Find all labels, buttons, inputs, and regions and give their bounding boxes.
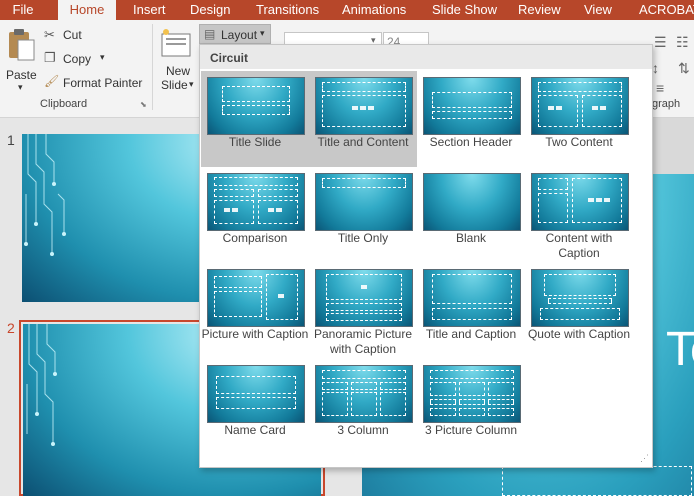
cut-label: Cut bbox=[63, 28, 82, 42]
layout-preview bbox=[423, 77, 521, 135]
chevron-down-icon: ▾ bbox=[18, 82, 23, 92]
circuit-decoration bbox=[24, 134, 66, 256]
layout-title-and-content[interactable]: Title and Content bbox=[309, 71, 417, 167]
layout-preview bbox=[207, 269, 305, 327]
layout-picture-with-caption[interactable]: Picture with Caption bbox=[201, 263, 309, 359]
layout-panoramic-picture-with-caption[interactable]: Panoramic Picture with Caption bbox=[309, 263, 417, 359]
layout-preview bbox=[207, 365, 305, 423]
layout-preview bbox=[207, 173, 305, 231]
layout-3-picture-column[interactable]: 3 Picture Column bbox=[417, 359, 525, 455]
tab-design[interactable]: Design bbox=[190, 0, 230, 20]
layout-label: Panoramic Picture with Caption bbox=[313, 327, 413, 356]
layout-two-content[interactable]: Two Content bbox=[525, 71, 633, 167]
theme-header: Circuit bbox=[200, 45, 652, 69]
layout-preview bbox=[207, 77, 305, 135]
numbering-icon[interactable]: ☷ bbox=[676, 34, 689, 51]
layout-label: 3 Picture Column bbox=[424, 423, 518, 437]
ribbon-tab-bar: File Home Insert Design Transitions Anim… bbox=[0, 0, 694, 20]
layout-title-only[interactable]: Title Only bbox=[309, 167, 417, 263]
copy-button[interactable]: ❐ Copy ▾ bbox=[44, 50, 110, 68]
layout-blank[interactable]: Blank bbox=[417, 167, 525, 263]
format-painter-button[interactable]: 🖌 Format Painter bbox=[44, 74, 144, 92]
align-left-icon[interactable]: ≡ bbox=[656, 80, 664, 96]
layout-preview bbox=[315, 77, 413, 135]
line-spacing-icon[interactable]: ↕ bbox=[652, 60, 659, 76]
tab-acrobat[interactable]: ACROBAT bbox=[639, 0, 694, 20]
slide-title-text[interactable]: Te bbox=[666, 322, 694, 377]
layout-label: Two Content bbox=[545, 135, 613, 149]
clipboard-group-label: Clipboard bbox=[40, 98, 88, 110]
subtitle-placeholder[interactable] bbox=[502, 466, 692, 496]
tab-view[interactable]: View bbox=[584, 0, 612, 20]
theme-name: Circuit bbox=[210, 51, 249, 65]
layout-preview bbox=[423, 173, 521, 231]
new-slide-label-1: New bbox=[166, 64, 191, 78]
layout-icon: ▤ bbox=[204, 27, 216, 41]
layout-label: Quote with Caption bbox=[527, 327, 631, 341]
tab-file[interactable]: File bbox=[0, 0, 46, 20]
layout-label: Layout bbox=[221, 28, 258, 42]
scissors-icon: ✂ bbox=[44, 27, 55, 42]
group-separator bbox=[152, 24, 153, 110]
chevron-down-icon: ▾ bbox=[189, 79, 194, 89]
dialog-launcher-icon[interactable]: ⬊ bbox=[140, 100, 147, 109]
layout-comparison[interactable]: Comparison bbox=[201, 167, 309, 263]
layout-label: Title and Caption bbox=[425, 327, 517, 341]
paste-button[interactable]: Paste ▾ bbox=[2, 26, 38, 96]
layout-section-header[interactable]: Section Header bbox=[417, 71, 525, 167]
bullets-icon[interactable]: ☰ bbox=[654, 34, 667, 51]
layout-content-with-caption[interactable]: Content with Caption bbox=[525, 167, 633, 263]
cut-button[interactable]: ✂ Cut bbox=[44, 26, 104, 44]
text-direction-icon[interactable]: ⇅ bbox=[678, 60, 690, 77]
layout-label: Section Header bbox=[429, 135, 513, 149]
circuit-decoration bbox=[26, 324, 57, 446]
layout-label: Blank bbox=[455, 231, 487, 245]
new-slide-icon bbox=[161, 29, 191, 57]
slide-number: 1 bbox=[7, 132, 15, 148]
layout-label: Title and Content bbox=[317, 135, 409, 149]
slide-number: 2 bbox=[7, 320, 15, 336]
layout-name-card[interactable]: Name Card bbox=[201, 359, 309, 455]
layout-gallery-dropdown: Circuit Title Slide Title and Content Se… bbox=[199, 44, 653, 468]
new-slide-label-2: Slide bbox=[161, 78, 188, 92]
tab-transitions[interactable]: Transitions bbox=[256, 0, 319, 20]
layout-label: 3 Column bbox=[337, 423, 389, 437]
layout-3-column[interactable]: 3 Column bbox=[309, 359, 417, 455]
chevron-down-icon[interactable]: ▾ bbox=[100, 52, 105, 63]
tab-animations[interactable]: Animations bbox=[342, 0, 406, 20]
tab-insert[interactable]: Insert bbox=[133, 0, 166, 20]
layout-preview bbox=[423, 269, 521, 327]
layout-quote-with-caption[interactable]: Quote with Caption bbox=[525, 263, 633, 359]
paintbrush-icon: 🖌 bbox=[44, 74, 60, 88]
format-painter-label: Format Painter bbox=[63, 76, 143, 90]
layout-label: Title Slide bbox=[228, 135, 282, 149]
clipboard-icon bbox=[9, 29, 35, 61]
layout-preview bbox=[531, 77, 629, 135]
tab-slide-show[interactable]: Slide Show bbox=[432, 0, 497, 20]
layout-label: Title Only bbox=[337, 231, 389, 245]
new-slide-button[interactable]: New Slide ▾ bbox=[156, 26, 196, 96]
layout-label: Comparison bbox=[222, 231, 288, 245]
layout-label: Picture with Caption bbox=[201, 327, 309, 341]
layout-title-slide[interactable]: Title Slide bbox=[201, 71, 309, 167]
layout-preview bbox=[315, 269, 413, 327]
layout-preview bbox=[315, 173, 413, 231]
copy-icon: ❐ bbox=[44, 50, 56, 65]
chevron-down-icon: ▾ bbox=[260, 28, 265, 38]
layout-label: Content with Caption bbox=[545, 231, 613, 260]
layout-label: Name Card bbox=[224, 423, 286, 437]
paste-label: Paste bbox=[6, 68, 37, 82]
tab-review[interactable]: Review bbox=[518, 0, 561, 20]
layout-title-and-caption[interactable]: Title and Caption bbox=[417, 263, 525, 359]
copy-label: Copy bbox=[63, 52, 92, 66]
tab-home[interactable]: Home bbox=[58, 0, 116, 20]
paragraph-group-label: graph bbox=[652, 98, 681, 110]
layout-button[interactable]: ▤ Layout ▾ bbox=[199, 24, 271, 44]
layout-preview bbox=[531, 269, 629, 327]
layout-preview bbox=[531, 173, 629, 231]
resize-grip-icon[interactable]: ⋰ bbox=[640, 453, 649, 464]
layout-preview bbox=[315, 365, 413, 423]
layout-preview bbox=[423, 365, 521, 423]
